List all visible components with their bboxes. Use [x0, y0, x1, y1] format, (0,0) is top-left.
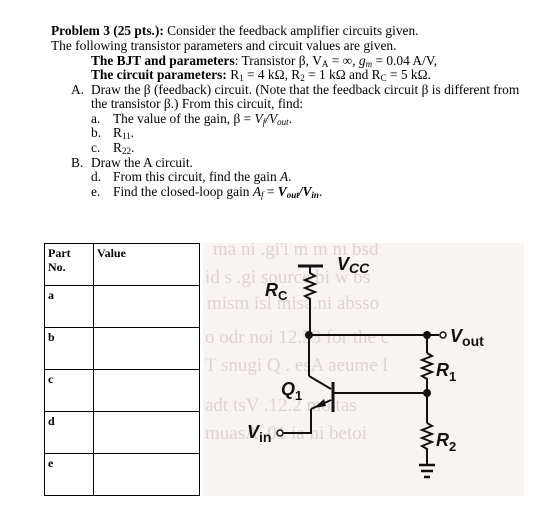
item-e-text: Find the closed-loop gain Af = Vout/Vin.: [113, 184, 323, 200]
item-d-end: .: [288, 169, 292, 184]
item-e-marker: e.: [91, 184, 101, 199]
equals: =: [263, 184, 278, 199]
answer-table: Part No. Value a b c d e: [44, 243, 200, 496]
header-part: Part: [48, 246, 71, 260]
r11-sub: 11: [121, 131, 131, 141]
item-b-end: .: [130, 125, 134, 140]
value-cell[interactable]: [93, 285, 200, 328]
rc-value: = 5 kΩ.: [386, 67, 431, 82]
vout-symbol: V: [268, 111, 278, 126]
r1-value: = 4 kΩ, R: [243, 67, 301, 82]
header-no: No.: [48, 260, 66, 274]
vcc-label: VCC: [337, 254, 370, 276]
circuit-label: The circuit parameters:: [91, 67, 227, 82]
emitter-wire: [281, 409, 312, 434]
r2-value: = 1 kΩ and R: [304, 67, 381, 82]
item-b-marker: b.: [91, 125, 102, 140]
bjt-label: The BJT and parameters: [91, 53, 235, 68]
table-row: b: [44, 327, 200, 370]
bjt-text: : Transistor β, V: [234, 53, 322, 68]
table-row: c: [44, 369, 200, 412]
vout-symbol-e: V: [277, 184, 287, 199]
rc-resistor: [302, 266, 318, 335]
collector-node: [305, 331, 313, 339]
q1-label: Q1: [281, 379, 302, 403]
problem-title: Problem 3 (25 pts.):: [51, 23, 164, 38]
r22-symbol: R: [113, 140, 122, 155]
item-a-end: .: [288, 111, 293, 126]
vin-terminal: [276, 429, 284, 437]
item-d-text: From this circuit, find the gain A.: [113, 169, 292, 185]
circuit-diagram: ma ni .gi'i m m nı bsd id s .gi source b…: [203, 243, 524, 496]
item-e-end: .: [318, 184, 323, 199]
part-cell: a: [44, 285, 94, 328]
value-cell[interactable]: [93, 369, 200, 412]
vout-terminal: [439, 331, 447, 339]
emitter-arrow: [314, 399, 326, 408]
vout-label: Vout: [450, 326, 484, 349]
item-e-body: Find the closed-loop gain: [113, 184, 253, 199]
problem-heading: Problem 3 (25 pts.): Consider the feedba…: [51, 23, 419, 39]
r1-label: R1: [436, 360, 456, 384]
value-cell[interactable]: [93, 453, 200, 496]
r2-resistor: [419, 422, 435, 465]
question-a-text-2: the transistor β.) From this circuit, fi…: [91, 96, 304, 111]
question-a-marker: A.: [71, 82, 85, 97]
table-row: e: [44, 453, 200, 496]
circuit-parameters: The circuit parameters: R1 = 4 kΩ, R2 = …: [91, 67, 431, 83]
feedback-node: [423, 389, 431, 397]
part-cell: c: [44, 369, 94, 412]
vout-sub-e: out: [286, 190, 299, 200]
gm-symbol: g: [358, 53, 366, 68]
bjt-text-3: = 0.04 A/V,: [372, 53, 438, 68]
value-cell[interactable]: [93, 327, 200, 370]
item-d-marker: d.: [91, 169, 102, 184]
item-a-body: The value of the gain, β =: [113, 111, 255, 126]
problem-line-2: The following transistor parameters and …: [51, 38, 397, 53]
r2-label: R2: [436, 430, 456, 454]
r11-symbol: R: [113, 125, 122, 140]
vin-sub-e: in: [311, 190, 319, 200]
bjt-text-2: = ∞,: [328, 53, 359, 68]
problem-intro: Consider the feedback amplifier circuits…: [163, 23, 419, 38]
item-c-end: .: [130, 140, 135, 155]
ground-icon: [419, 463, 435, 479]
part-cell: d: [44, 411, 94, 454]
value-cell[interactable]: [93, 411, 200, 454]
item-c-marker: c.: [91, 140, 101, 155]
part-cell: e: [44, 453, 94, 496]
af-symbol: A: [252, 184, 262, 199]
item-b-text: R11.: [113, 125, 134, 141]
collector-lead: [308, 375, 332, 390]
output-node: [423, 331, 431, 339]
header-value: Value: [93, 243, 200, 286]
rc-label: RC: [265, 280, 288, 303]
item-a-text: The value of the gain, β = Vf/Vout.: [113, 111, 293, 127]
gain-a-symbol: A: [279, 169, 289, 184]
answer-table-header: Part No. Value: [44, 243, 200, 286]
r1-symbol: R: [226, 67, 240, 82]
part-cell: b: [44, 327, 94, 370]
item-d-body: From this circuit, find the gain: [113, 169, 280, 184]
r1-resistor: [419, 352, 435, 393]
table-row: d: [44, 411, 200, 454]
header-part-no: Part No.: [44, 243, 94, 286]
vin-label: Vin: [247, 422, 271, 445]
question-b-marker: B.: [71, 155, 84, 170]
circuit-schematic: VCC RC Vout R1 R2 Q1 Vin: [247, 254, 484, 479]
vout-sub: out: [277, 117, 289, 127]
item-c-text: R22.: [113, 140, 135, 156]
vf-symbol: V: [254, 111, 263, 126]
table-row: a: [44, 285, 200, 328]
